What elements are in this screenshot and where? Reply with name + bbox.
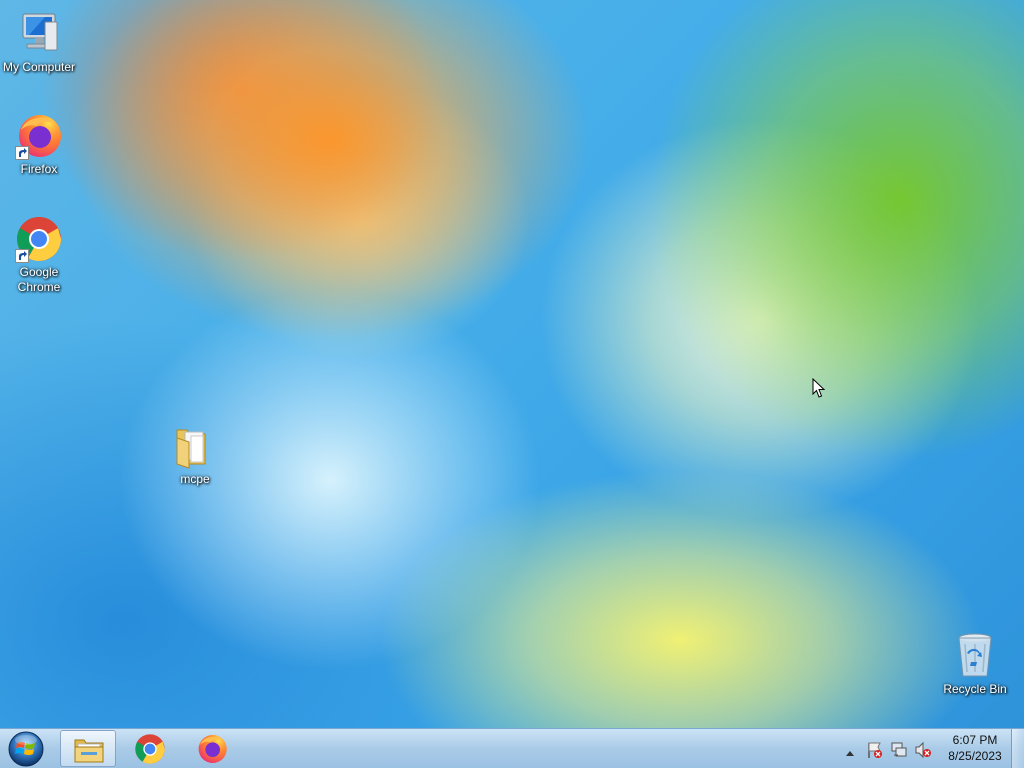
shortcut-arrow-icon <box>15 146 29 160</box>
taskbar-clock[interactable]: 6:07 PM 8/25/2023 <box>940 732 1010 764</box>
computer-icon <box>15 10 63 58</box>
desktop-icon-google-chrome[interactable]: Google Chrome <box>0 215 78 295</box>
action-center-flag-icon[interactable] <box>866 741 884 764</box>
clock-time: 6:07 PM <box>952 733 998 747</box>
chrome-icon <box>135 734 165 764</box>
windows-start-icon <box>8 731 44 767</box>
desktop-icon-label-line-2: Chrome <box>17 280 61 294</box>
firefox-icon <box>198 735 227 763</box>
network-icon[interactable] <box>890 741 908 764</box>
desktop-icon-label: My Computer <box>2 60 76 74</box>
taskbar: 6:07 PM 8/25/2023 <box>0 728 1024 768</box>
start-button[interactable] <box>6 730 46 768</box>
volume-muted-icon[interactable] <box>914 741 932 764</box>
desktop-icon-label: Firefox <box>20 162 58 176</box>
desktop-icon-label: mcpe <box>180 472 210 486</box>
desktop[interactable]: My Computer Firefox Google Chrome mcpe R… <box>0 0 1024 728</box>
chrome-icon <box>15 215 63 263</box>
clock-date: 8/25/2023 <box>948 749 1002 763</box>
shortcut-arrow-icon <box>15 249 29 263</box>
desktop-icon-label: Recycle Bin <box>943 682 1007 696</box>
firefox-icon <box>15 112 63 160</box>
desktop-icon-firefox[interactable]: Firefox <box>0 112 78 177</box>
desktop-icon-my-computer[interactable]: My Computer <box>0 10 78 75</box>
show-desktop-button[interactable] <box>1011 729 1024 768</box>
taskbar-firefox-button[interactable] <box>184 730 240 767</box>
recycle-bin-icon <box>951 632 999 680</box>
show-hidden-icons-arrow[interactable] <box>845 744 855 762</box>
folder-icon <box>171 422 219 470</box>
desktop-icon-label-line-1: Google <box>19 265 59 279</box>
file-explorer-icon <box>74 739 104 763</box>
desktop-icon-mcpe-folder[interactable]: mcpe <box>156 422 234 487</box>
desktop-icon-recycle-bin[interactable]: Recycle Bin <box>936 632 1014 697</box>
taskbar-chrome-button[interactable] <box>122 730 178 767</box>
taskbar-file-explorer-button[interactable] <box>60 730 116 767</box>
mouse-cursor-icon <box>812 377 826 404</box>
